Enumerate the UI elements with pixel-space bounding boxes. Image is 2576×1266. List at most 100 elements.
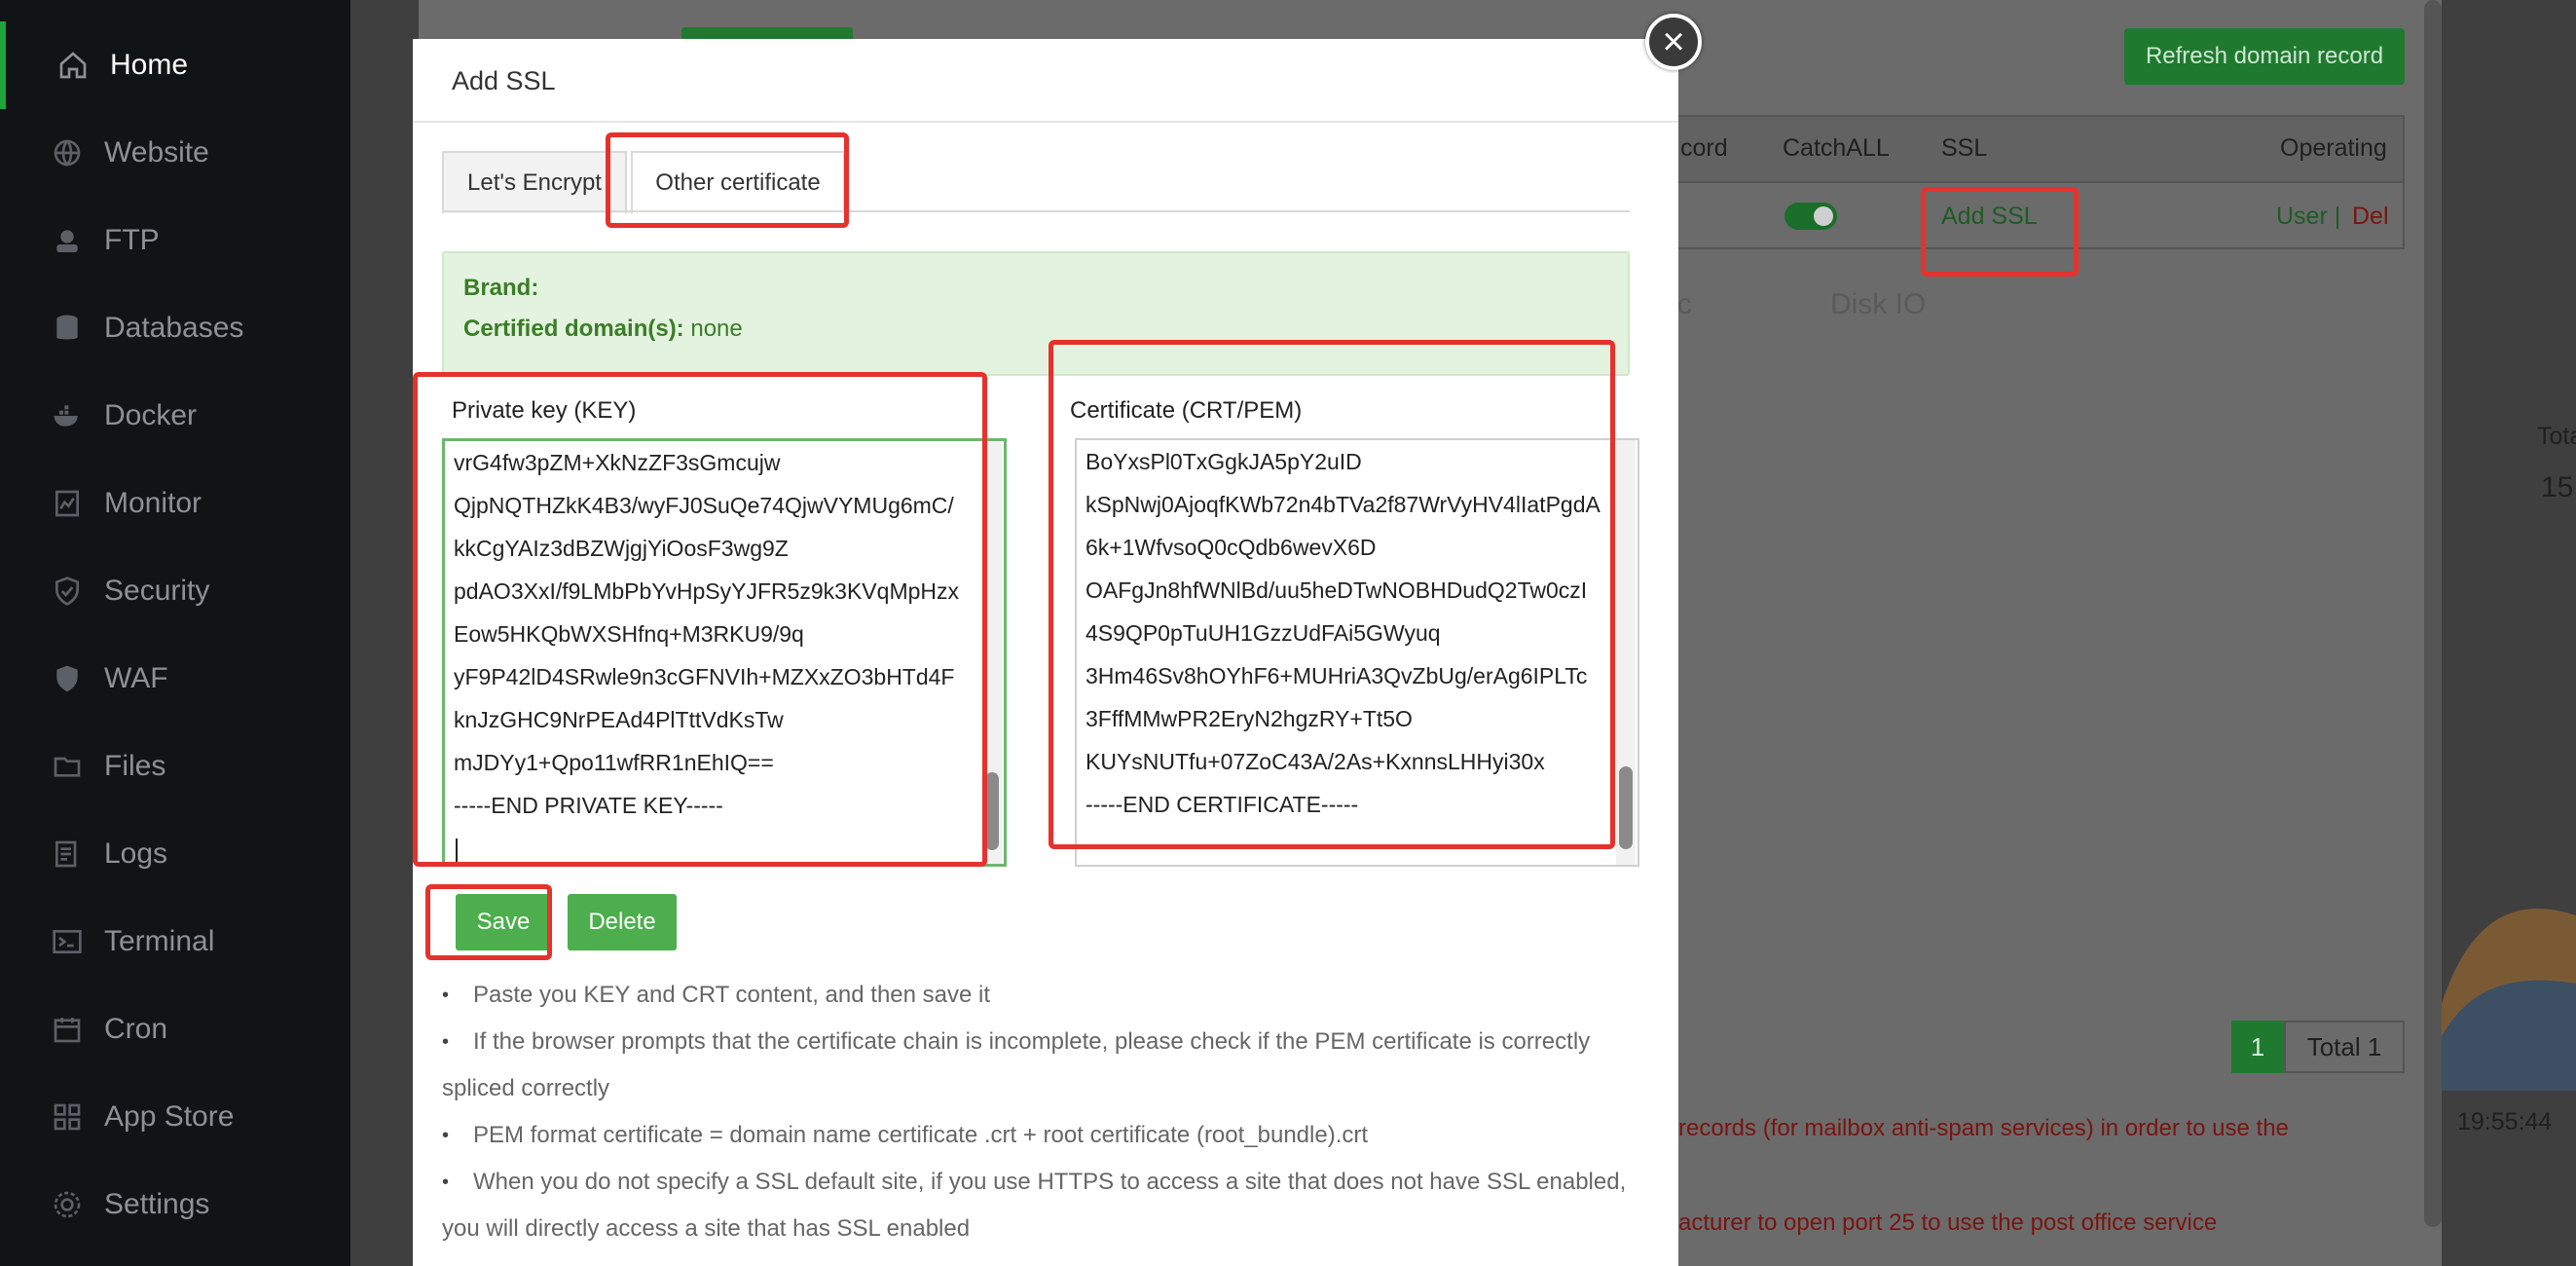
tip-item-continued: spliced correctly bbox=[442, 1075, 610, 1101]
certificate-line: 4S9QP0pTuUH1GzzUdFAi5GWyuq bbox=[1086, 620, 1441, 646]
delete-button[interactable]: Delete bbox=[568, 894, 677, 950]
terminal-icon bbox=[52, 926, 83, 957]
pagination-page-1[interactable]: 1 bbox=[2231, 1021, 2284, 1073]
logs-icon bbox=[52, 838, 83, 870]
private-key-line: knJzGHC9NrPEAd4PlTttVdKsTw bbox=[454, 707, 784, 732]
user-link[interactable]: User | bbox=[2276, 203, 2340, 231]
private-key-line: kkCgYAIz3dBZWjgjYiOosF3wg9Z bbox=[454, 536, 789, 561]
pagination-total: Total 1 bbox=[2284, 1021, 2405, 1073]
private-key-textarea[interactable]: vrG4fw3pZM+XkNzZF3sGmcujw QjpNQTHZkK4B3/w… bbox=[442, 438, 1007, 867]
sidebar-item-label: Monitor bbox=[104, 487, 202, 519]
text-caret bbox=[456, 838, 458, 862]
sidebar-item-logs[interactable]: Logs bbox=[0, 810, 350, 898]
waf-shield-icon bbox=[52, 663, 83, 694]
certified-domains-label: Certified domain(s): bbox=[463, 316, 684, 342]
warning-text-1: records (for mailbox anti-spam services)… bbox=[1678, 1115, 2289, 1141]
faded-tab-disk-io: Disk IO bbox=[1830, 288, 1927, 320]
certificate-textarea[interactable]: BoYxsPl0TxGgkJA5pY2uID kSpNwj0AjoqfKWb72n… bbox=[1075, 438, 1639, 867]
tab-lets-encrypt[interactable]: Let's Encrypt bbox=[442, 151, 627, 213]
chart-time-label: 19:55:44 bbox=[2457, 1108, 2553, 1136]
sidebar-item-waf[interactable]: WAF bbox=[0, 635, 350, 723]
dialog-header-divider bbox=[413, 121, 1678, 123]
certificate-line: 6k+1WfvsoQ0cQdb6wevX6D bbox=[1086, 535, 1377, 560]
tip-item: Paste you KEY and CRT content, and then … bbox=[442, 972, 1649, 1019]
ftp-icon bbox=[52, 225, 83, 256]
certified-domains-value: none bbox=[690, 316, 743, 342]
tip-item: When you do not specify a SSL default si… bbox=[442, 1159, 1649, 1206]
certificate-content: BoYxsPl0TxGgkJA5pY2uID kSpNwj0AjoqfKWb72n… bbox=[1086, 440, 1601, 826]
gear-icon bbox=[52, 1189, 83, 1220]
home-icon bbox=[57, 50, 89, 81]
certificate-info-panel: Brand: Certified domain(s): none bbox=[442, 251, 1630, 376]
brand-label: Brand: bbox=[463, 275, 539, 301]
private-key-line: pdAO3XxI/f9LMbPbYvHpSyYJFR5z9k3KVqMpHzx bbox=[454, 578, 960, 604]
certificate-line: KUYsNUTfu+07ZoC43A/2As+KxnnsLHHyi30x bbox=[1086, 749, 1545, 774]
sidebar-item-label: Docker bbox=[104, 399, 198, 431]
catchall-toggle[interactable] bbox=[1785, 203, 1837, 230]
refresh-domain-record-button[interactable]: Refresh domain record bbox=[2124, 28, 2405, 85]
save-button[interactable]: Save bbox=[456, 894, 551, 950]
overview-value: 15 bbox=[2541, 471, 2574, 503]
column-header-ssl: SSL bbox=[1941, 134, 1988, 162]
docker-icon bbox=[52, 400, 83, 431]
certificate-line: 3Hm46Sv8hOYhF6+MUHriA3QvZbUg/erAg6IPLTc bbox=[1086, 663, 1588, 689]
private-key-scrollbar[interactable] bbox=[982, 441, 1002, 864]
private-key-line: vrG4fw3pZM+XkNzZF3sGmcujw bbox=[454, 450, 781, 475]
sidebar-item-label: WAF bbox=[104, 662, 168, 694]
brand-row: Brand: bbox=[463, 275, 538, 302]
private-key-line: mJDYy1+Qpo11wfRR1nEhIQ== bbox=[454, 750, 774, 775]
column-header-record: cord bbox=[1680, 134, 1728, 162]
certificate-line: -----END CERTIFICATE----- bbox=[1086, 792, 1359, 817]
tab-other-certificate[interactable]: Other certificate bbox=[631, 151, 845, 213]
private-key-line: -----END PRIVATE KEY----- bbox=[454, 793, 723, 818]
sidebar-item-ftp[interactable]: FTP bbox=[0, 197, 350, 284]
sidebar-item-app-store[interactable]: App Store bbox=[0, 1073, 350, 1161]
del-link[interactable]: Del bbox=[2352, 203, 2389, 231]
column-header-catchall: CatchALL bbox=[1783, 134, 1890, 162]
add-ssl-link[interactable]: Add SSL bbox=[1941, 203, 2038, 231]
sidebar-item-label: Logs bbox=[104, 838, 168, 870]
shield-check-icon bbox=[52, 576, 83, 607]
column-header-operating: Operating bbox=[2280, 134, 2387, 162]
sidebar-item-databases[interactable]: Databases bbox=[0, 284, 350, 372]
monitor-icon bbox=[52, 488, 83, 519]
sidebar-item-home[interactable]: Home bbox=[0, 21, 350, 109]
sidebar-item-label: Settings bbox=[104, 1188, 210, 1220]
sidebar-item-label: Security bbox=[104, 575, 210, 607]
sidebar-item-settings[interactable]: Settings bbox=[0, 1161, 350, 1248]
sidebar-item-monitor[interactable]: Monitor bbox=[0, 460, 350, 547]
certificate-line: kSpNwj0AjoqfKWb72n4bTVa2f87WrVyHV4lIatPg… bbox=[1086, 492, 1601, 517]
tabs-divider bbox=[442, 210, 1630, 212]
tip-item-continued: you will directly access a site that has… bbox=[442, 1215, 971, 1242]
private-key-label: Private key (KEY) bbox=[452, 397, 637, 424]
overview-label: Tota bbox=[2537, 423, 2576, 450]
sidebar: Home Website FTP Databases Docker Monito… bbox=[0, 0, 350, 1266]
close-icon[interactable]: × bbox=[1645, 14, 1702, 70]
sidebar-item-label: Home bbox=[110, 49, 189, 81]
private-key-line: yF9P42lD4SRwle9n3cGFNVIh+MZXxZO3bHTd4F bbox=[454, 664, 955, 689]
calendar-icon bbox=[52, 1014, 83, 1045]
sidebar-item-security[interactable]: Security bbox=[0, 547, 350, 635]
certified-domains-row: Certified domain(s): none bbox=[463, 316, 743, 343]
sidebar-item-docker[interactable]: Docker bbox=[0, 372, 350, 460]
dialog-title: Add SSL bbox=[452, 66, 556, 95]
private-key-content: vrG4fw3pZM+XkNzZF3sGmcujw QjpNQTHZkK4B3/w… bbox=[454, 441, 959, 827]
sidebar-item-terminal[interactable]: Terminal bbox=[0, 898, 350, 986]
sidebar-item-website[interactable]: Website bbox=[0, 109, 350, 197]
grid-icon bbox=[52, 1101, 83, 1133]
certificate-line: 3FffMMwPR2EryN2hgzRY+Tt5O bbox=[1086, 706, 1413, 731]
sidebar-item-label: Cron bbox=[104, 1013, 168, 1045]
sidebar-item-files[interactable]: Files bbox=[0, 723, 350, 810]
certificate-scrollbar[interactable] bbox=[1616, 440, 1636, 865]
help-tips: Paste you KEY and CRT content, and then … bbox=[442, 972, 1649, 1252]
database-icon bbox=[52, 313, 83, 344]
page-scrollbar[interactable] bbox=[2424, 0, 2442, 1227]
sidebar-item-label: Files bbox=[104, 750, 166, 782]
sidebar-item-label: Terminal bbox=[104, 925, 215, 957]
private-key-line: QjpNQTHZkK4B3/wyFJ0SuQe74QjwVYMUg6mC/ bbox=[454, 493, 954, 518]
certificate-line: BoYxsPl0TxGgkJA5pY2uID bbox=[1086, 449, 1362, 474]
sidebar-item-label: Website bbox=[104, 136, 209, 168]
sidebar-item-cron[interactable]: Cron bbox=[0, 986, 350, 1073]
tip-item: PEM format certificate = domain name cer… bbox=[442, 1112, 1649, 1159]
folder-icon bbox=[52, 751, 83, 782]
